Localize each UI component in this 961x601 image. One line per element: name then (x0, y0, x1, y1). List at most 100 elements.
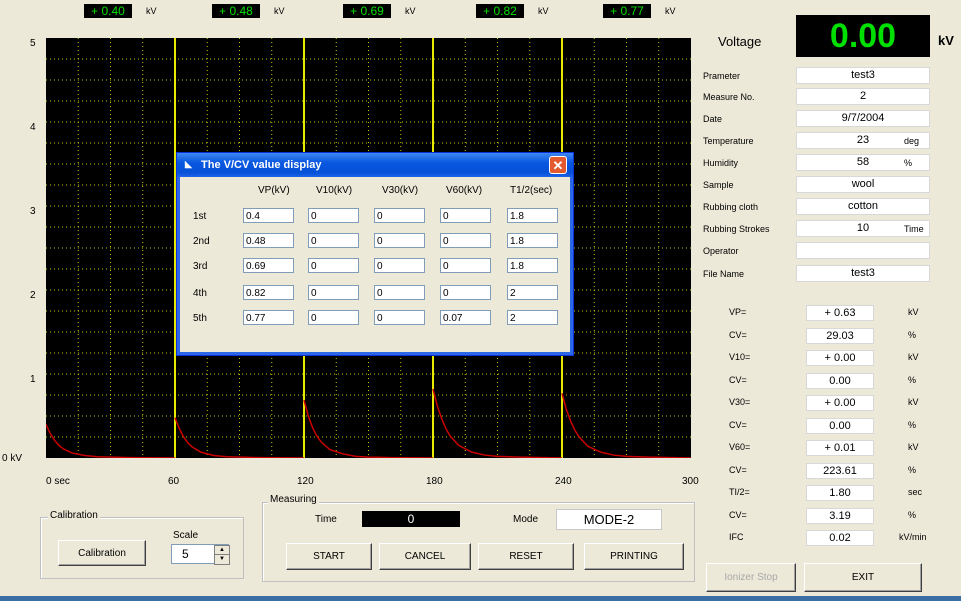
peak-readout-4: + 0.82 kV (476, 4, 549, 18)
time-label: Time (315, 514, 337, 525)
column-header: VP(kV) (258, 185, 290, 196)
peak-value: + 0.40 (84, 4, 132, 18)
result-unit: % (908, 510, 917, 520)
result-label: CV= (729, 510, 747, 520)
result-label: CV= (729, 465, 747, 475)
row-label: 2nd (193, 236, 210, 247)
x-tick-label: 120 (297, 476, 314, 487)
peak-value: + 0.69 (343, 4, 391, 18)
cancel-button[interactable]: CANCEL (379, 543, 471, 570)
reset-button[interactable]: RESET (478, 543, 574, 570)
peak-unit: kV (146, 6, 157, 16)
decay-curve-3 (303, 399, 434, 458)
value-cell[interactable]: 2 (507, 285, 558, 300)
mode-label: Mode (513, 514, 539, 525)
y-tick-label: 5 (30, 38, 36, 49)
value-cell[interactable]: 0.4 (243, 208, 294, 223)
peak-value: + 0.77 (603, 4, 651, 18)
result-value: 0.00 (806, 418, 874, 434)
voltage-display: 0.00 (796, 15, 930, 57)
decay-curve-5 (561, 393, 691, 458)
value-cell[interactable]: 0.77 (243, 310, 294, 325)
result-value: 3.19 (806, 508, 874, 524)
value-cell[interactable]: 0 (374, 233, 425, 248)
value-cell[interactable]: 0 (308, 285, 359, 300)
parameter-label: Date (703, 114, 723, 124)
printing-button[interactable]: PRINTING (584, 543, 684, 570)
value-cell[interactable]: 0 (440, 208, 491, 223)
parameter-label: Rubbing Strokes (703, 224, 770, 234)
peak-unit: kV (274, 6, 285, 16)
x-tick-label: 0 sec (46, 476, 70, 487)
parameter-label: File Name (703, 269, 745, 279)
close-icon[interactable]: ✕ (549, 156, 567, 174)
ionizer-stop-button[interactable]: Ionizer Stop (706, 563, 796, 592)
peak-readout-1: + 0.40 kV (84, 4, 157, 18)
parameter-unit: % (904, 158, 913, 168)
result-value: + 0.00 (806, 350, 874, 366)
result-unit: % (908, 420, 917, 430)
peak-value: + 0.48 (212, 4, 260, 18)
result-label: CV= (729, 330, 747, 340)
value-cell[interactable]: 1.8 (507, 258, 558, 273)
result-value: 0.00 (806, 373, 874, 389)
parameter-label: Measure No. (703, 92, 755, 102)
result-unit: sec (908, 487, 923, 497)
parameter-value: cotton (796, 198, 930, 215)
dialog-title-bar[interactable]: ◣ The V/CV value display ✕ (177, 153, 573, 177)
value-cell[interactable]: 0 (440, 233, 491, 248)
column-header: V60(kV) (446, 185, 483, 196)
value-cell[interactable]: 0 (374, 310, 425, 325)
start-button[interactable]: START (286, 543, 372, 570)
parameter-label: Humidity (703, 158, 739, 168)
value-cell[interactable]: 0 (308, 208, 359, 223)
value-cell[interactable]: 0 (374, 285, 425, 300)
parameter-value: 2 (796, 88, 930, 105)
decay-curve-1 (46, 424, 176, 458)
result-label: V60= (729, 442, 751, 452)
parameter-label: Sample (703, 180, 734, 190)
value-cell[interactable]: 2 (507, 310, 558, 325)
mode-display: MODE-2 (556, 509, 662, 530)
scale-spinner[interactable]: 5 ▲ ▼ (171, 544, 230, 565)
value-cell[interactable]: 0.48 (243, 233, 294, 248)
value-cell[interactable]: 0 (374, 258, 425, 273)
result-unit: kV/min (899, 532, 927, 542)
value-cell[interactable]: 0 (440, 285, 491, 300)
peak-readout-3: + 0.69 kV (343, 4, 416, 18)
x-tick-label: 180 (426, 476, 443, 487)
y-tick-label: 1 (30, 374, 36, 385)
value-cell[interactable]: 0 (308, 258, 359, 273)
time-display: 0 (362, 511, 460, 527)
dialog-title: The V/CV value display (201, 159, 322, 171)
parameter-label: Operator (703, 246, 739, 256)
app-icon: ◣ (185, 159, 192, 169)
value-cell[interactable]: 0.69 (243, 258, 294, 273)
row-label: 4th (193, 288, 207, 299)
value-cell[interactable]: 0.82 (243, 285, 294, 300)
value-cell[interactable]: 1.8 (507, 233, 558, 248)
x-tick-label: 60 (168, 476, 180, 487)
value-cell[interactable]: 0 (308, 233, 359, 248)
value-cell[interactable]: 0 (440, 258, 491, 273)
calibration-button[interactable]: Calibration (58, 540, 146, 566)
value-cell[interactable]: 0.07 (440, 310, 491, 325)
spinner-down-icon[interactable]: ▼ (214, 554, 230, 565)
measuring-group-title: Measuring (268, 494, 319, 505)
calibration-group-title: Calibration (48, 510, 100, 521)
result-unit: % (908, 330, 917, 340)
value-cell[interactable]: 1.8 (507, 208, 558, 223)
column-header: T1/2(sec) (510, 185, 553, 196)
row-label: 5th (193, 313, 207, 324)
value-cell[interactable]: 0 (308, 310, 359, 325)
column-header: V30(kV) (382, 185, 419, 196)
value-cell[interactable]: 0 (374, 208, 425, 223)
result-value: 0.02 (806, 530, 874, 546)
parameter-value: test3 (796, 67, 930, 84)
result-label: IFC (729, 532, 744, 542)
exit-button[interactable]: EXIT (804, 563, 922, 592)
scale-label: Scale (173, 530, 199, 541)
row-label: 3rd (193, 261, 208, 272)
parameter-label: Temperature (703, 136, 754, 146)
y-tick-label: 0 kV (2, 453, 23, 464)
